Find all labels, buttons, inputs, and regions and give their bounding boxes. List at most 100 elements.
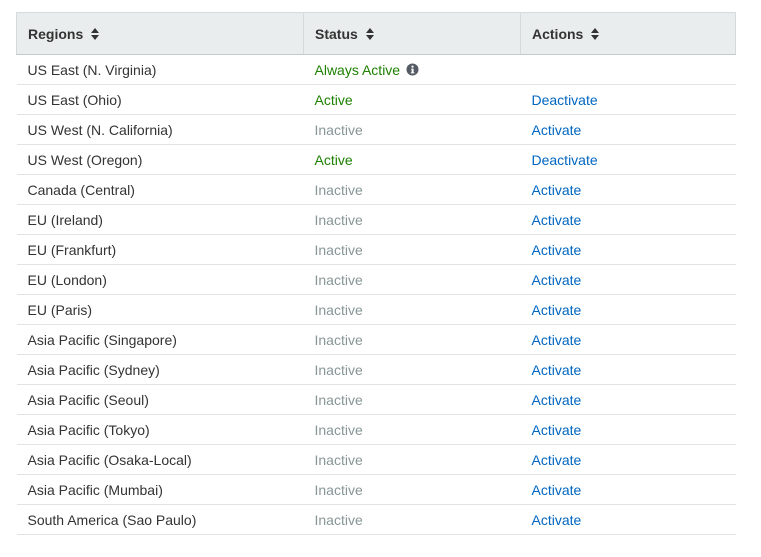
status-text: Inactive xyxy=(314,121,363,138)
status-text: Active xyxy=(314,91,353,108)
table-row: US West (Oregon) Active Deactivate xyxy=(16,144,736,175)
status-cell: Inactive xyxy=(303,174,521,205)
region-name: South America (Sao Paulo) xyxy=(16,504,304,535)
status-cell: Active xyxy=(303,144,521,175)
activate-link[interactable]: Activate xyxy=(532,392,582,408)
status-text: Inactive xyxy=(314,391,363,408)
status-text: Inactive xyxy=(314,301,363,318)
action-cell: Activate xyxy=(520,354,736,385)
activate-link[interactable]: Activate xyxy=(532,452,582,468)
action-cell xyxy=(520,54,736,85)
activate-link[interactable]: Activate xyxy=(532,362,582,378)
action-cell: Activate xyxy=(520,264,736,295)
status-text: Inactive xyxy=(314,211,363,228)
activate-link[interactable]: Activate xyxy=(532,272,582,288)
region-name: EU (Ireland) xyxy=(16,204,304,235)
action-cell: Activate xyxy=(520,114,736,145)
deactivate-link[interactable]: Deactivate xyxy=(532,92,598,108)
table-header-row: Regions Status Actions xyxy=(16,12,736,55)
status-text: Inactive xyxy=(314,271,363,288)
region-name: EU (London) xyxy=(16,264,304,295)
status-cell: Always Active xyxy=(303,54,521,85)
status-cell: Inactive xyxy=(303,264,521,295)
region-name: Asia Pacific (Tokyo) xyxy=(16,414,304,445)
action-cell: Deactivate xyxy=(520,84,736,115)
action-cell: Activate xyxy=(520,294,736,325)
status-text: Inactive xyxy=(314,481,363,498)
action-cell: Activate xyxy=(520,324,736,355)
column-header-label: Status xyxy=(315,25,358,42)
activate-link[interactable]: Activate xyxy=(532,302,582,318)
activate-link[interactable]: Activate xyxy=(532,122,582,138)
table-row: EU (Frankfurt) Inactive Activate xyxy=(16,234,736,265)
activate-link[interactable]: Activate xyxy=(532,422,582,438)
status-cell: Inactive xyxy=(303,414,521,445)
status-cell: Inactive xyxy=(303,204,521,235)
regions-table-container: Regions Status Actions US East (N. Virgi… xyxy=(16,12,736,535)
table-row: South America (Sao Paulo) Inactive Activat… xyxy=(16,504,736,535)
info-icon[interactable] xyxy=(406,63,419,76)
column-header-label: Regions xyxy=(28,25,84,42)
table-body: US East (N. Virginia) Always Active US Eas… xyxy=(16,54,736,535)
deactivate-link[interactable]: Deactivate xyxy=(532,152,598,168)
table-row: Asia Pacific (Osaka-Local) Inactive Activa… xyxy=(16,444,736,475)
status-cell: Inactive xyxy=(303,504,521,535)
action-cell: Activate xyxy=(520,444,736,475)
activate-link[interactable]: Activate xyxy=(532,482,582,498)
table-row: Asia Pacific (Singapore) Inactive Activate xyxy=(16,324,736,355)
table-row: Asia Pacific (Seoul) Inactive Activate xyxy=(16,384,736,415)
column-header-status[interactable]: Status xyxy=(303,12,521,55)
activate-link[interactable]: Activate xyxy=(532,512,582,528)
status-text: Inactive xyxy=(314,451,363,468)
activate-link[interactable]: Activate xyxy=(532,182,582,198)
status-cell: Active xyxy=(303,84,521,115)
column-header-actions[interactable]: Actions xyxy=(520,12,736,55)
table-row: Asia Pacific (Mumbai) Inactive Activate xyxy=(16,474,736,505)
sort-icon xyxy=(91,27,100,40)
column-header-label: Actions xyxy=(532,25,584,42)
table-row: US East (Ohio) Active Deactivate xyxy=(16,84,736,115)
status-cell: Inactive xyxy=(303,354,521,385)
status-text: Inactive xyxy=(314,241,363,258)
status-cell: Inactive xyxy=(303,114,521,145)
status-text: Inactive xyxy=(314,331,363,348)
region-name: Asia Pacific (Sydney) xyxy=(16,354,304,385)
action-cell: Activate xyxy=(520,234,736,265)
activate-link[interactable]: Activate xyxy=(532,242,582,258)
table-row: US West (N. California) Inactive Activate xyxy=(16,114,736,145)
activate-link[interactable]: Activate xyxy=(532,332,582,348)
table-row: EU (London) Inactive Activate xyxy=(16,264,736,295)
status-cell: Inactive xyxy=(303,474,521,505)
action-cell: Activate xyxy=(520,414,736,445)
region-name: Canada (Central) xyxy=(16,174,304,205)
region-name: US East (Ohio) xyxy=(16,84,304,115)
table-row: EU (Ireland) Inactive Activate xyxy=(16,204,736,235)
region-name: Asia Pacific (Mumbai) xyxy=(16,474,304,505)
table-row: Asia Pacific (Tokyo) Inactive Activate xyxy=(16,414,736,445)
sort-icon xyxy=(591,27,600,40)
status-text: Always Active xyxy=(314,61,401,78)
table-row: EU (Paris) Inactive Activate xyxy=(16,294,736,325)
action-cell: Activate xyxy=(520,504,736,535)
status-text: Active xyxy=(314,151,353,168)
regions-table: Regions Status Actions US East (N. Virgi… xyxy=(16,12,736,535)
table-row: Canada (Central) Inactive Activate xyxy=(16,174,736,205)
region-name: US East (N. Virginia) xyxy=(16,54,304,85)
status-text: Inactive xyxy=(314,361,363,378)
status-text: Inactive xyxy=(314,421,363,438)
action-cell: Activate xyxy=(520,204,736,235)
status-cell: Inactive xyxy=(303,294,521,325)
table-row: US East (N. Virginia) Always Active xyxy=(16,54,736,85)
action-cell: Deactivate xyxy=(520,144,736,175)
sort-icon xyxy=(365,27,374,40)
region-name: EU (Frankfurt) xyxy=(16,234,304,265)
action-cell: Activate xyxy=(520,474,736,505)
activate-link[interactable]: Activate xyxy=(532,212,582,228)
region-name: US West (N. California) xyxy=(16,114,304,145)
status-cell: Inactive xyxy=(303,324,521,355)
status-cell: Inactive xyxy=(303,234,521,265)
table-row: Asia Pacific (Sydney) Inactive Activate xyxy=(16,354,736,385)
action-cell: Activate xyxy=(520,384,736,415)
column-header-regions[interactable]: Regions xyxy=(16,12,304,55)
region-name: US West (Oregon) xyxy=(16,144,304,175)
